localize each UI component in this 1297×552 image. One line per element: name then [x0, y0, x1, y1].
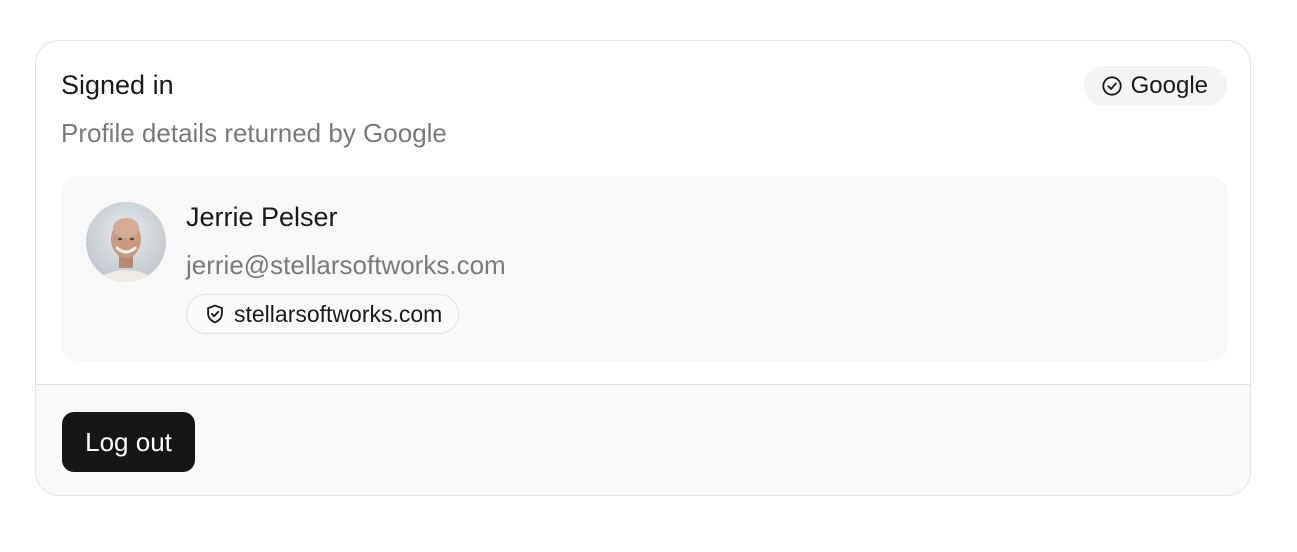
domain-badge: stellarsoftworks.com: [186, 294, 460, 334]
domain-badge-label: stellarsoftworks.com: [234, 300, 443, 327]
profile-panel: Jerrie Pelser jerrie@stellarsoftworks.co…: [61, 176, 1228, 361]
logout-button[interactable]: Log out: [62, 412, 195, 472]
card-footer: Log out: [36, 384, 1250, 495]
card-title: Signed in: [61, 70, 174, 100]
card-header: Signed in Profile details returned by Go…: [36, 41, 1250, 384]
card-subtitle: Profile details returned by Google: [61, 118, 447, 148]
shield-check-icon: [204, 303, 226, 325]
provider-badge-label: Google: [1130, 72, 1208, 99]
provider-badge: Google: [1083, 66, 1227, 106]
check-circle-icon: [1101, 75, 1123, 97]
avatar: [86, 202, 166, 282]
user-email: jerrie@stellarsoftworks.com: [186, 250, 506, 280]
signed-in-card: Signed in Profile details returned by Go…: [35, 40, 1251, 496]
user-name: Jerrie Pelser: [186, 202, 338, 232]
